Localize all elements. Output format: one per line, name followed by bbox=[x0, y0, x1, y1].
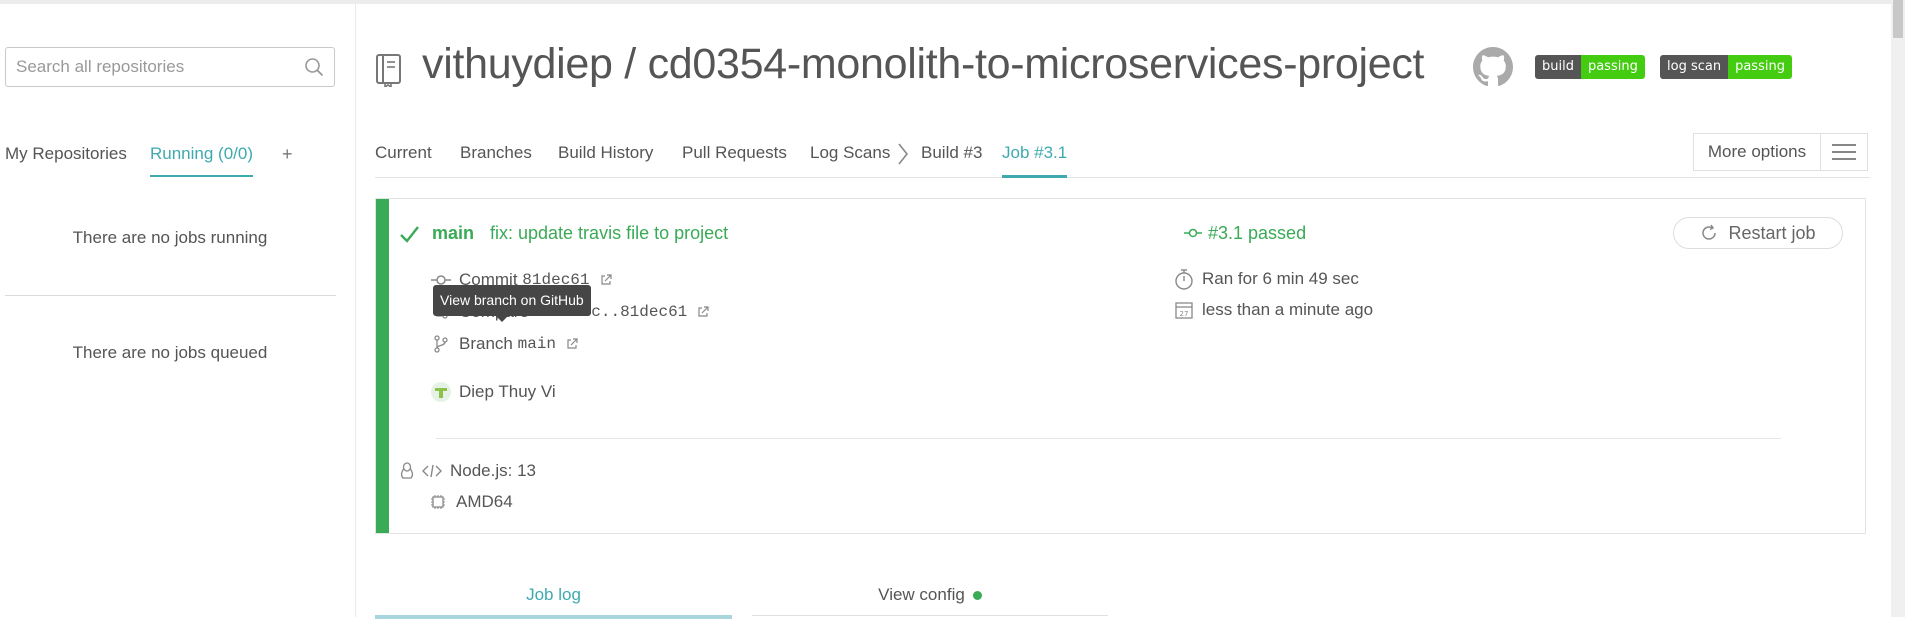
build-status-badge[interactable]: build passing bbox=[1535, 55, 1645, 79]
badge-value: passing bbox=[1580, 55, 1645, 79]
badge-label: build bbox=[1535, 55, 1581, 79]
arch-row: AMD64 bbox=[426, 492, 513, 512]
more-options-button[interactable]: More options bbox=[1693, 133, 1868, 171]
job-status: #3.1 passed bbox=[1184, 223, 1306, 244]
finished-text: less than a minute ago bbox=[1202, 300, 1374, 319]
branch-row[interactable]: Branch main bbox=[429, 334, 578, 354]
avatar bbox=[429, 382, 453, 402]
branch-tooltip: View branch on GitHub bbox=[433, 285, 591, 322]
tabs-underline bbox=[375, 177, 1870, 178]
no-jobs-running: There are no jobs running bbox=[72, 228, 268, 247]
tab-build-history[interactable]: Build History bbox=[558, 143, 653, 163]
log-scan-badge[interactable]: log scan passing bbox=[1660, 55, 1792, 79]
external-link-icon[interactable] bbox=[566, 338, 578, 350]
svg-text:27: 27 bbox=[1180, 310, 1189, 318]
tab-view-config[interactable]: View config bbox=[752, 575, 1108, 616]
author-row: Diep Thuy Vi bbox=[429, 382, 556, 402]
restart-label: Restart job bbox=[1728, 222, 1816, 243]
restart-icon bbox=[1700, 224, 1718, 242]
job-status-text: #3.1 passed bbox=[1208, 223, 1307, 243]
branch-icon bbox=[429, 335, 453, 353]
restart-job-button[interactable]: Restart job bbox=[1673, 217, 1843, 249]
no-jobs-queued: There are no jobs queued bbox=[72, 343, 268, 362]
chevron-right-icon bbox=[896, 141, 910, 172]
menu-icon[interactable] bbox=[1821, 134, 1867, 170]
repo-icon bbox=[374, 53, 404, 91]
commit-dot-icon bbox=[1184, 223, 1202, 244]
commit-message: fix: update travis file to project bbox=[490, 223, 729, 243]
github-icon[interactable] bbox=[1473, 47, 1513, 91]
search-box[interactable] bbox=[5, 47, 335, 87]
branch-label: Branch bbox=[459, 334, 513, 353]
duration-text: Ran for 6 min 49 sec bbox=[1202, 269, 1359, 288]
tab-current[interactable]: Current bbox=[375, 143, 432, 163]
add-repo-button[interactable]: + bbox=[282, 144, 293, 165]
code-icon bbox=[420, 464, 444, 478]
branch-value[interactable]: main bbox=[518, 335, 556, 353]
page-scrollbar[interactable] bbox=[1891, 0, 1905, 617]
job-log-label: Job log bbox=[526, 585, 581, 604]
check-icon bbox=[398, 223, 420, 250]
language-row: Node.js: 13 bbox=[400, 461, 536, 481]
tab-job[interactable]: Job #3.1 bbox=[1002, 143, 1068, 178]
search-input[interactable] bbox=[6, 48, 306, 86]
search-icon[interactable] bbox=[304, 57, 324, 81]
language-text: Node.js: 13 bbox=[450, 461, 536, 480]
linux-icon bbox=[400, 462, 414, 480]
finished-row: 27 less than a minute ago bbox=[1172, 300, 1373, 320]
sidebar-tabs: My Repositories Running (0/0) + bbox=[5, 134, 345, 182]
arch-text: AMD64 bbox=[456, 492, 513, 511]
branch-name[interactable]: main bbox=[432, 223, 474, 244]
calendar-icon: 27 bbox=[1172, 301, 1196, 319]
tab-branches[interactable]: Branches bbox=[460, 143, 532, 163]
tab-build[interactable]: Build #3 bbox=[921, 143, 982, 163]
sidebar: My Repositories Running (0/0) + There ar… bbox=[0, 4, 356, 617]
cpu-icon bbox=[426, 494, 450, 510]
job-summary-card: main fix: update travis file to project … bbox=[375, 198, 1866, 534]
tab-pull-requests[interactable]: Pull Requests bbox=[682, 143, 787, 163]
tab-my-repositories[interactable]: My Repositories bbox=[5, 144, 127, 164]
view-config-label: View config bbox=[878, 585, 965, 604]
scrollbar-thumb[interactable] bbox=[1893, 0, 1903, 38]
status-bar bbox=[376, 199, 389, 533]
more-options-label: More options bbox=[1694, 134, 1821, 170]
badge-value: passing bbox=[1728, 55, 1792, 79]
tab-job-log[interactable]: Job log bbox=[375, 575, 732, 619]
badge-label: log scan bbox=[1660, 55, 1729, 79]
duration-row: Ran for 6 min 49 sec bbox=[1172, 268, 1359, 290]
stopwatch-icon bbox=[1172, 268, 1196, 290]
tab-running[interactable]: Running (0/0) bbox=[150, 144, 254, 177]
page-title: vithuydiep / cd0354-monolith-to-microser… bbox=[422, 40, 1425, 88]
card-divider bbox=[436, 438, 1781, 439]
author-name: Diep Thuy Vi bbox=[459, 382, 556, 401]
external-link-icon[interactable] bbox=[600, 274, 612, 286]
external-link-icon[interactable] bbox=[697, 306, 709, 318]
sidebar-divider bbox=[5, 295, 336, 296]
repo-tabs: Current Branches Build History Pull Requ… bbox=[375, 130, 1870, 178]
tab-log-scans[interactable]: Log Scans bbox=[810, 143, 890, 163]
config-status-dot bbox=[972, 591, 982, 601]
